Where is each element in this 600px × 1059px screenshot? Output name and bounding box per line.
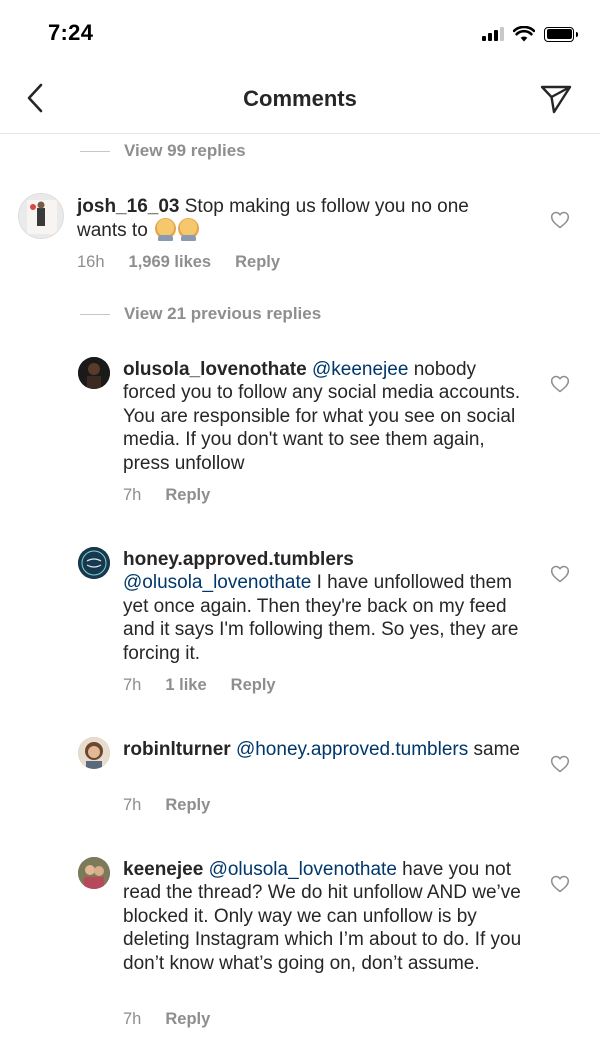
comment-meta: 7h Reply <box>123 1010 210 1029</box>
battery-icon <box>544 26 578 42</box>
facepalm-emoji-icon <box>155 218 177 242</box>
comment-time: 7h <box>123 796 142 814</box>
reply-button[interactable]: Reply <box>165 486 210 505</box>
comment-time: 7h <box>123 676 142 694</box>
reply-button[interactable]: Reply <box>165 796 210 815</box>
comment-mention[interactable]: @keenejee <box>312 359 408 380</box>
comment-mention[interactable]: @olusola_lovenothate <box>123 572 311 593</box>
avatar-photo <box>78 737 110 769</box>
heart-icon[interactable] <box>550 374 570 394</box>
comments-header: Comments <box>0 62 600 134</box>
reply-button[interactable]: Reply <box>165 1010 210 1029</box>
view-replies-label: View 99 replies <box>124 141 246 160</box>
comment-username[interactable]: honey.approved.tumblers <box>123 549 354 570</box>
comment-mention[interactable]: @olusola_lovenothate <box>209 859 397 880</box>
avatar[interactable] <box>78 857 110 889</box>
comment-username[interactable]: olusola_lovenothate <box>123 359 307 380</box>
comment-mention[interactable]: @honey.approved.tumblers <box>236 739 468 760</box>
facepalm-emoji-icon <box>178 218 200 242</box>
comment-username[interactable]: keenejee <box>123 859 203 880</box>
avatar[interactable] <box>78 547 110 579</box>
signal-icon <box>482 27 504 41</box>
view-previous-replies-button[interactable]: View 21 previous replies <box>80 302 321 326</box>
comment-text: keenejee @olusola_lovenothate have you n… <box>123 858 523 975</box>
comment-text: josh_16_03 Stop making us follow you no … <box>77 195 517 243</box>
divider-line <box>80 313 110 315</box>
comment-time: 7h <box>123 486 142 504</box>
view-replies-label: View 21 previous replies <box>124 304 322 323</box>
comment-likes[interactable]: 1 like <box>165 676 206 695</box>
avatar-photo <box>19 194 63 238</box>
comment-text: honey.approved.tumblers @olusola_lovenot… <box>123 548 523 665</box>
comment-meta: 16h 1,969 likes Reply <box>77 253 280 272</box>
avatar[interactable] <box>18 193 64 239</box>
avatar[interactable] <box>78 737 110 769</box>
view-replies-button[interactable]: View 99 replies <box>80 139 246 163</box>
heart-icon[interactable] <box>550 874 570 894</box>
avatar-photo <box>78 357 110 389</box>
heart-icon[interactable] <box>550 210 570 230</box>
page-title: Comments <box>243 86 357 111</box>
divider-line <box>80 150 110 152</box>
avatar-photo <box>78 857 110 889</box>
avatar[interactable] <box>78 357 110 389</box>
paper-plane-icon <box>540 85 572 114</box>
comment-username[interactable]: josh_16_03 <box>77 196 179 217</box>
comment-meta: 7h 1 like Reply <box>123 676 276 695</box>
status-bar: 7:24 <box>0 0 600 62</box>
comment-text: robinlturner @honey.approved.tumblers sa… <box>123 738 523 761</box>
status-time: 7:24 <box>48 20 94 45</box>
reply-button[interactable]: Reply <box>231 676 276 695</box>
comment-meta: 7h Reply <box>123 796 210 815</box>
comment-body: same <box>473 739 520 760</box>
avatar-photo <box>78 547 110 579</box>
heart-icon[interactable] <box>550 564 570 584</box>
comment-text: olusola_lovenothate @keenejee nobody for… <box>123 358 523 475</box>
comment-time: 7h <box>123 1010 142 1028</box>
reply-button[interactable]: Reply <box>235 253 280 272</box>
comment-meta: 7h Reply <box>123 486 210 505</box>
status-icons <box>482 24 578 44</box>
wifi-icon <box>513 26 535 42</box>
comment-time: 16h <box>77 253 105 271</box>
comment-username[interactable]: robinlturner <box>123 739 231 760</box>
comment-likes[interactable]: 1,969 likes <box>129 253 212 272</box>
share-button[interactable] <box>538 82 574 116</box>
heart-icon[interactable] <box>550 754 570 774</box>
